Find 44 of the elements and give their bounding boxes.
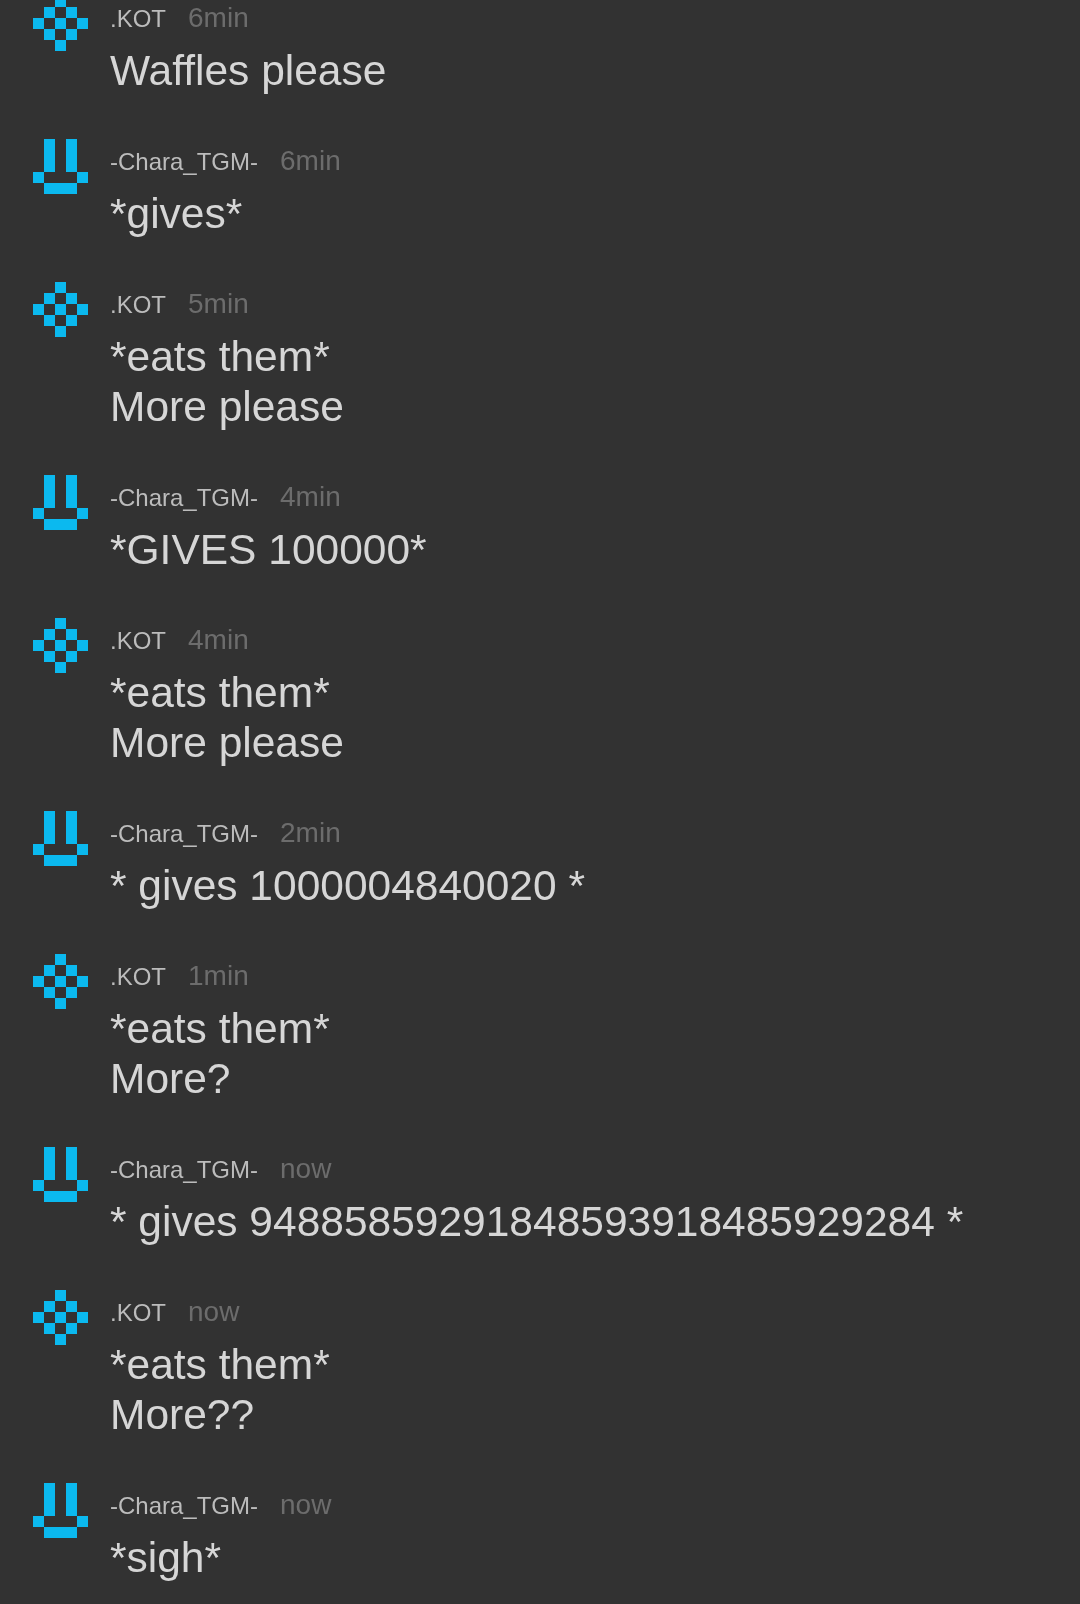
author-name: -Chara_TGM- — [110, 1491, 259, 1521]
pixel-smiley-icon — [33, 475, 88, 530]
message-text: * gives 94885859291848593918485929284 * — [110, 1197, 964, 1247]
message-text: More please — [110, 718, 344, 768]
message-text: Waffles please — [110, 46, 387, 96]
author-name: .KOT — [110, 962, 166, 992]
pixel-diamond-icon — [33, 0, 88, 51]
author-name: -Chara_TGM- — [110, 819, 259, 849]
author-name: -Chara_TGM- — [110, 147, 259, 177]
message-text: *eats them* — [110, 1004, 330, 1054]
message-text: *gives* — [110, 189, 244, 239]
author-name: .KOT — [110, 1298, 166, 1328]
timestamp: 6min — [188, 1, 249, 35]
message-text: More? — [110, 1054, 232, 1104]
timestamp: 6min — [280, 144, 341, 178]
message-text: * gives 1000004840020 * — [110, 861, 585, 911]
author-name: .KOT — [110, 626, 166, 656]
author-name: .KOT — [110, 290, 166, 320]
pixel-smiley-icon — [33, 811, 88, 866]
message-text: More?? — [110, 1390, 256, 1440]
timestamp: now — [188, 1295, 240, 1329]
author-name: -Chara_TGM- — [110, 483, 259, 513]
message-text: *eats them* — [110, 1340, 330, 1390]
message-text: *GIVES 100000* — [110, 525, 427, 575]
timestamp: 4min — [280, 480, 341, 514]
timestamp: 2min — [280, 816, 341, 850]
message-text: *sigh* — [110, 1533, 223, 1583]
pixel-smiley-icon — [33, 1147, 88, 1202]
pixel-diamond-icon — [33, 1290, 88, 1345]
timestamp: 4min — [188, 623, 249, 657]
timestamp: 5min — [188, 287, 249, 321]
pixel-diamond-icon — [33, 954, 88, 1009]
message-text: More please — [110, 382, 344, 432]
author-name: .KOT — [110, 4, 166, 34]
pixel-diamond-icon — [33, 282, 88, 337]
pixel-diamond-icon — [33, 618, 88, 673]
pixel-smiley-icon — [33, 139, 88, 194]
pixel-smiley-icon — [33, 1483, 88, 1538]
timestamp: 1min — [188, 959, 249, 993]
timestamp: now — [280, 1488, 332, 1522]
timestamp: now — [280, 1152, 332, 1186]
message-text: *eats them* — [110, 332, 331, 382]
message-text: *eats them* — [110, 668, 331, 718]
author-name: -Chara_TGM- — [110, 1155, 259, 1185]
